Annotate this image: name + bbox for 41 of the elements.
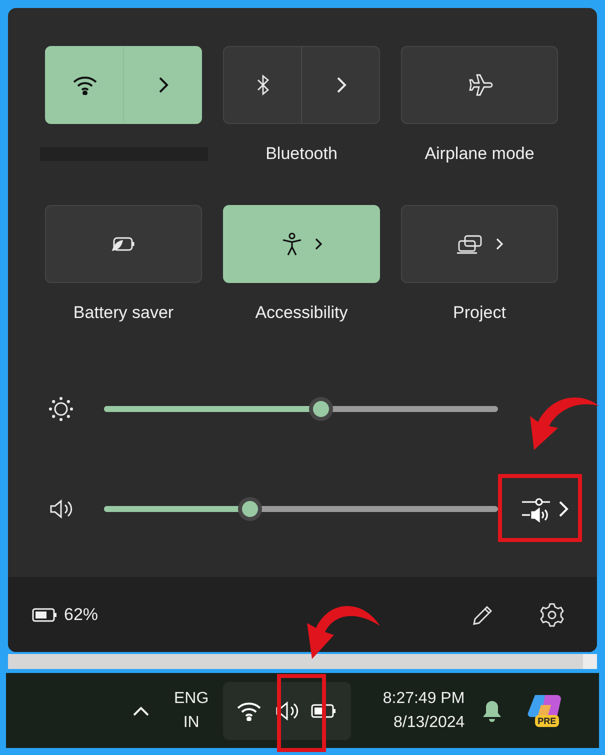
airplane-icon	[466, 73, 492, 97]
clock-button[interactable]: 8:27:49 PM 8/13/2024	[364, 686, 465, 734]
speaker-icon	[274, 700, 300, 722]
accessibility-icon	[280, 232, 302, 256]
speaker-icon	[48, 498, 74, 520]
tile-label: Bluetooth	[266, 143, 338, 166]
tile-label: Airplane mode	[424, 143, 534, 166]
chevron-right-icon	[557, 500, 569, 518]
chevron-right-icon	[496, 237, 504, 251]
slider-thumb[interactable]	[238, 497, 262, 521]
brightness-icon	[48, 396, 74, 422]
toggle-tile[interactable]	[45, 46, 202, 124]
battery-percentage: 62%	[64, 604, 98, 626]
slider-thumb[interactable]	[308, 397, 333, 421]
chevron-right-icon	[156, 76, 168, 94]
chevron-right-icon	[334, 76, 346, 94]
toggle-tile[interactable]	[45, 205, 202, 283]
preview-badge: PRE	[534, 714, 560, 726]
settings-icon	[539, 602, 565, 628]
toggle-tile[interactable]	[401, 205, 558, 283]
battery-leaf-icon	[110, 235, 138, 253]
bell-icon	[480, 698, 503, 722]
slider[interactable]	[104, 497, 498, 521]
tile-label: Project	[453, 302, 506, 324]
toggle-tile[interactable]	[223, 205, 380, 283]
toggle-tile[interactable]	[401, 46, 558, 124]
system-tray-button[interactable]	[222, 682, 351, 740]
chevron-up-icon	[132, 704, 150, 716]
wifi-icon	[236, 700, 262, 720]
tile-label: Accessibility	[255, 302, 348, 324]
bluetooth-icon	[254, 74, 270, 96]
toggle-tile[interactable]	[223, 46, 380, 124]
copilot-button[interactable]: PRE	[526, 690, 567, 730]
chevron-right-icon	[314, 237, 322, 251]
wifi-icon	[72, 75, 98, 95]
battery-icon	[310, 702, 337, 718]
tile-label: Battery saver	[73, 302, 174, 324]
screens-icon	[456, 234, 484, 254]
language-button[interactable]: ENG IN	[174, 686, 209, 734]
battery-icon	[32, 606, 58, 622]
slider[interactable]	[104, 397, 498, 421]
